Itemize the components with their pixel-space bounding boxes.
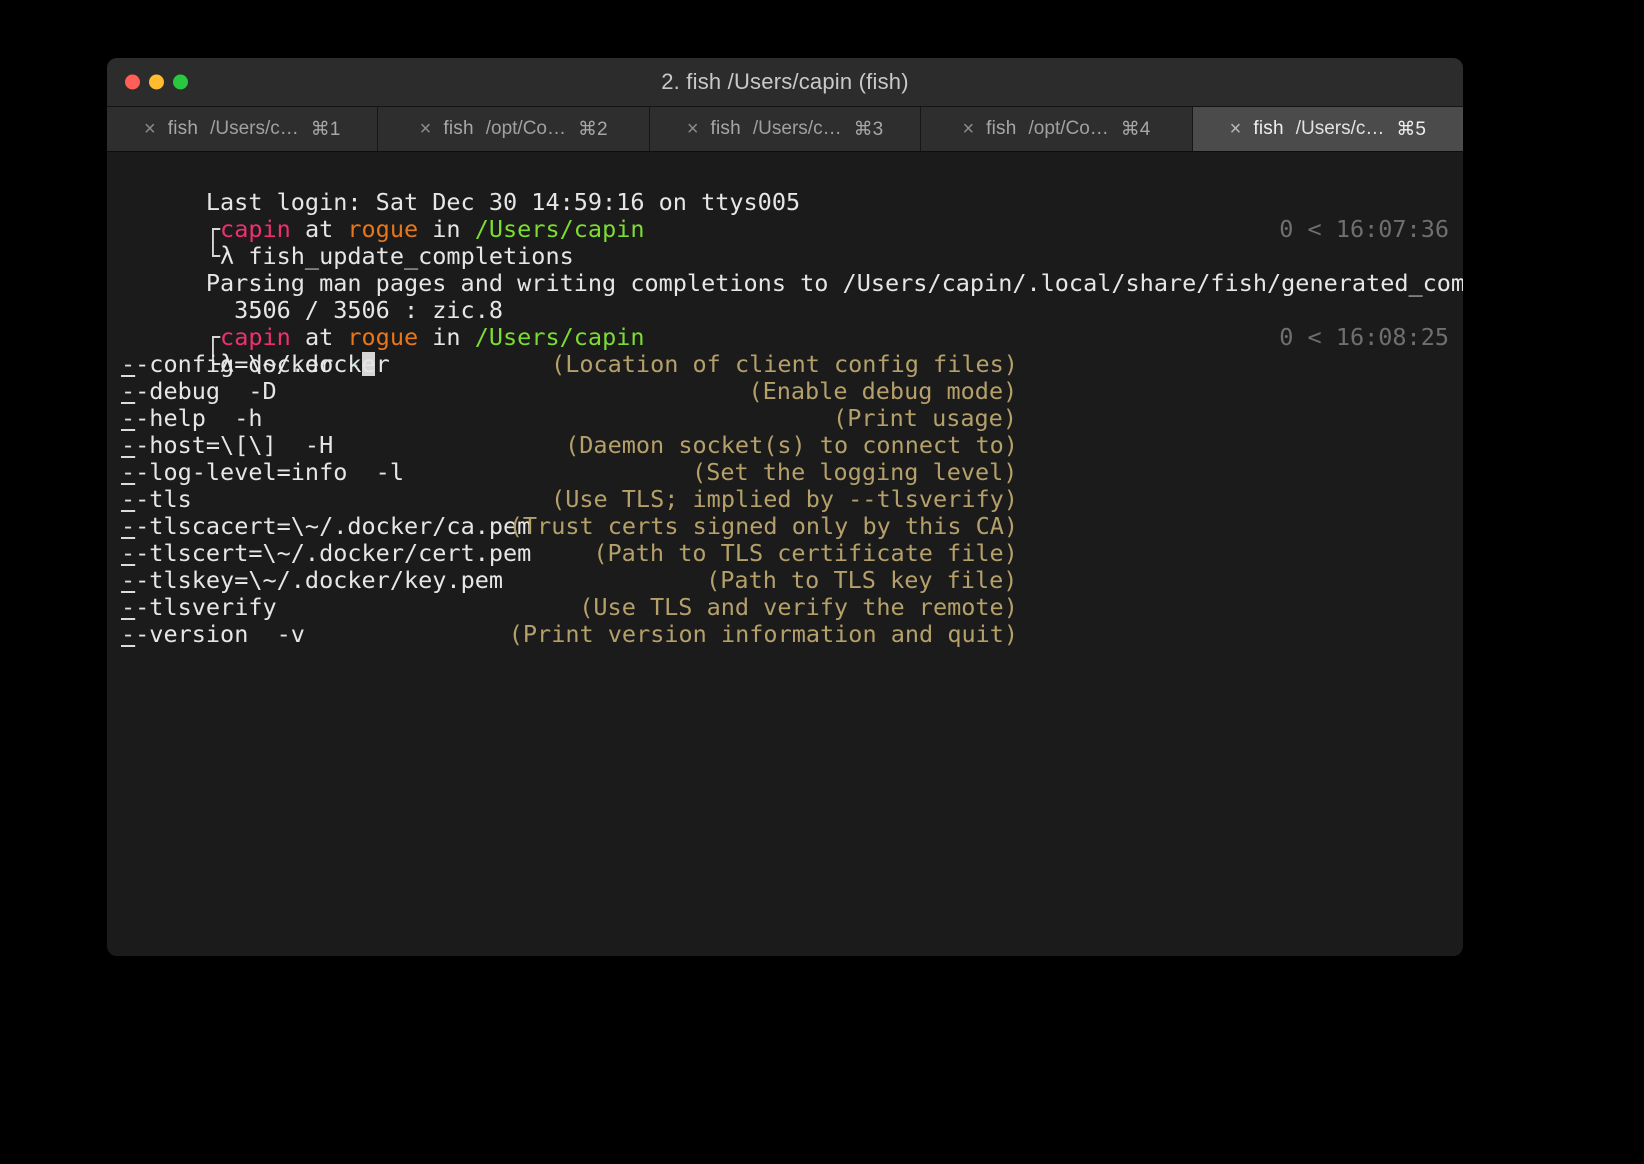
- completion-name: -tlscert=\~/.docker/cert.pem: [135, 539, 532, 567]
- tab-shell-label: fish: [986, 118, 1017, 139]
- completion-name: -tlscacert=\~/.docker/ca.pem: [135, 512, 532, 540]
- completion-match-prefix: -: [121, 566, 136, 594]
- completion-match-prefix: -: [121, 539, 136, 567]
- close-tab-icon[interactable]: ×: [420, 119, 432, 139]
- completion-description: (Trust certs signed only by this CA): [508, 512, 1019, 540]
- completion-item[interactable]: --debug -D (Enable debug mode): [107, 378, 1463, 405]
- tab-path-label: /opt/Co…: [1028, 118, 1109, 139]
- completion-item[interactable]: --log-level=info -l (Set the logging leve…: [107, 459, 1463, 486]
- tab-1[interactable]: × fish /Users/c… ⌘1: [107, 107, 379, 151]
- completion-match-prefix: -: [121, 350, 136, 378]
- completion-item[interactable]: --version -v (Print version information a…: [107, 621, 1463, 648]
- completion-item[interactable]: --tlscacert=\~/.docker/ca.pem (Trust cert…: [107, 513, 1463, 540]
- prompt-line-1-top: ┌capin at rogue in /Users/capin: [205, 215, 645, 243]
- output-line-2: 3506 / 3506 : zic.8: [205, 296, 504, 324]
- completion-description: (Path to TLS certificate file): [593, 539, 1018, 567]
- window-title: 2. fish /Users/capin (fish): [661, 69, 909, 94]
- completion-item[interactable]: --help -h (Print usage): [107, 405, 1463, 432]
- tab-shortcut-label: ⌘4: [1120, 118, 1151, 140]
- tab-shortcut-label: ⌘2: [577, 118, 608, 140]
- tab-path-label: /Users/c…: [1295, 118, 1385, 139]
- completion-item[interactable]: --tlskey=\~/.docker/key.pem (Path to TLS …: [107, 567, 1463, 594]
- tab-2[interactable]: × fish /opt/Co… ⌘2: [378, 107, 650, 151]
- completion-match-prefix: -: [121, 512, 136, 540]
- completion-item[interactable]: --tls (Use TLS; implied by --tlsverify): [107, 486, 1463, 513]
- completion-description: (Use TLS and verify the remote): [579, 593, 1018, 621]
- completion-name: -log-level=info -l: [135, 458, 404, 486]
- completion-description: (Daemon socket(s) to connect to): [565, 431, 1018, 459]
- output-line-1: Parsing man pages and writing completion…: [205, 269, 1463, 297]
- close-tab-icon[interactable]: ×: [687, 119, 699, 139]
- prompt-status-2: 0 < 16:08:25: [1279, 323, 1449, 351]
- close-tab-icon[interactable]: ×: [1230, 119, 1242, 139]
- tab-path-label: /Users/c…: [752, 118, 842, 139]
- tab-shortcut-label: ⌘1: [310, 118, 341, 140]
- completion-item[interactable]: --config=\~/.docker (Location of client c…: [107, 351, 1463, 378]
- tab-shell-label: fish: [710, 118, 741, 139]
- close-tab-icon[interactable]: ×: [962, 119, 974, 139]
- completion-list[interactable]: --config=\~/.docker (Location of client c…: [107, 351, 1463, 648]
- completion-description: (Set the logging level): [692, 458, 1018, 486]
- completion-name: -host=\[\] -H: [135, 431, 334, 459]
- tab-3[interactable]: × fish /Users/c… ⌘3: [649, 107, 922, 151]
- title-bar: 2. fish /Users/capin (fish): [107, 58, 1463, 107]
- completion-name: -version -v: [135, 620, 305, 648]
- completion-description: (Location of client config files): [551, 350, 1018, 378]
- prompt-line-2-top: ┌capin at rogue in /Users/capin: [205, 323, 645, 351]
- completion-name: -debug -D: [135, 377, 277, 405]
- login-line: Last login: Sat Dec 30 14:59:16 on ttys0…: [205, 188, 801, 216]
- tab-4[interactable]: × fish /opt/Co… ⌘4: [921, 107, 1193, 151]
- completion-item[interactable]: --tlscert=\~/.docker/cert.pem (Path to TL…: [107, 540, 1463, 567]
- completion-match-prefix: -: [121, 620, 136, 648]
- prompt-line-2-command[interactable]: └λ docker - 0 < 16:08:25: [107, 323, 1463, 378]
- completion-match-prefix: -: [121, 458, 136, 486]
- completion-match-prefix: -: [121, 485, 136, 513]
- completion-description: (Path to TLS key file): [706, 566, 1018, 594]
- completion-name: -tlskey=\~/.docker/key.pem: [135, 566, 504, 594]
- tab-shell-label: fish: [443, 118, 474, 139]
- tab-bar: × fish /Users/c… ⌘1 × fish /opt/Co… ⌘2 ×…: [107, 107, 1463, 152]
- completion-item[interactable]: --host=\[\] -H (Daemon socket(s) to conne…: [107, 432, 1463, 459]
- completion-name: -tlsverify: [135, 593, 277, 621]
- completion-description: (Enable debug mode): [748, 377, 1018, 405]
- terminal-window: 2. fish /Users/capin (fish) × fish /User…: [107, 58, 1463, 956]
- completion-item[interactable]: --tlsverify (Use TLS and verify the remot…: [107, 594, 1463, 621]
- completion-description: (Print version information and quit): [508, 620, 1019, 648]
- tab-5[interactable]: × fish /Users/c… ⌘5: [1192, 107, 1463, 151]
- tab-path-label: /Users/c…: [210, 118, 299, 139]
- tab-shell-label: fish: [1253, 118, 1284, 139]
- completion-description: (Print usage): [833, 404, 1017, 432]
- completion-match-prefix: -: [121, 431, 136, 459]
- completion-name: -config=\~/.docker: [135, 350, 390, 378]
- tab-shortcut-label: ⌘5: [1396, 118, 1426, 140]
- terminal-body[interactable]: Last login: Sat Dec 30 14:59:16 on ttys0…: [107, 152, 1463, 956]
- tab-shell-label: fish: [167, 118, 199, 139]
- completion-match-prefix: -: [121, 593, 136, 621]
- prompt-line-1-command: └λ fish_update_completions 0 < 16:07:36: [205, 215, 1449, 270]
- completion-name: -help -h: [135, 404, 263, 432]
- completion-name: -tls: [135, 485, 192, 513]
- prompt-status-1: 0 < 16:07:36: [1279, 215, 1449, 243]
- completion-match-prefix: -: [121, 377, 136, 405]
- tab-shortcut-label: ⌘3: [853, 118, 884, 140]
- completion-match-prefix: -: [121, 404, 136, 432]
- tab-path-label: /opt/Co…: [485, 118, 566, 139]
- completion-description: (Use TLS; implied by --tlsverify): [551, 485, 1018, 513]
- close-tab-icon[interactable]: ×: [144, 119, 156, 139]
